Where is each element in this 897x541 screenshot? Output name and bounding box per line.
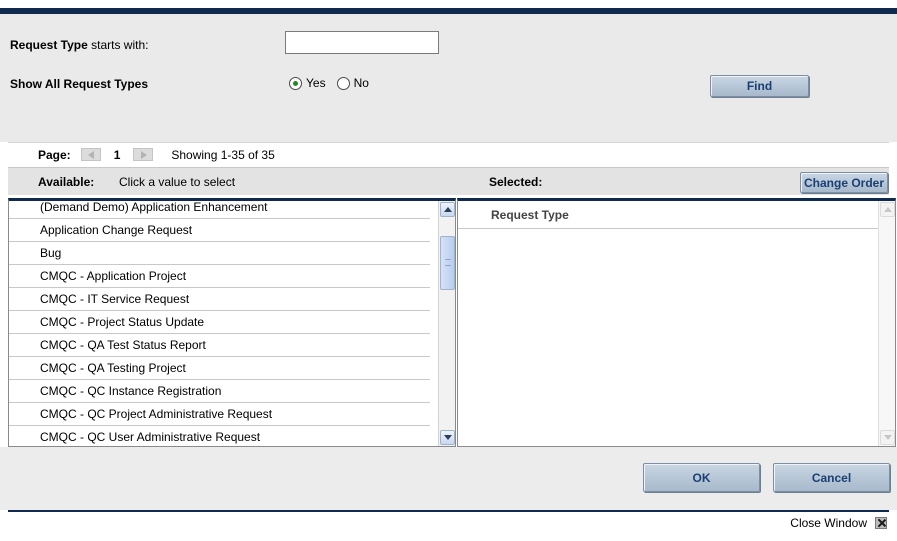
close-window-link[interactable]: Close Window: [790, 516, 867, 530]
selected-scroll-down-icon: [880, 430, 895, 445]
list-item[interactable]: CMQC - QA Test Status Report: [9, 334, 430, 357]
selected-column-header: Request Type: [458, 201, 879, 229]
selected-scrollbar: [878, 201, 895, 446]
selected-scroll-up-icon: [880, 202, 895, 217]
ok-button[interactable]: OK: [643, 463, 760, 492]
list-item[interactable]: Bug: [9, 242, 430, 265]
page-label: Page:: [38, 147, 71, 162]
request-type-label: Request Type starts with:: [10, 38, 149, 52]
scroll-down-icon[interactable]: [440, 430, 455, 445]
no-radio[interactable]: [336, 76, 350, 90]
available-label: Available:: [38, 175, 95, 189]
cancel-button[interactable]: Cancel: [773, 463, 890, 492]
change-order-button[interactable]: Change Order: [800, 172, 888, 193]
request-type-input[interactable]: [285, 31, 439, 54]
scroll-up-icon[interactable]: [440, 202, 455, 217]
list-item[interactable]: CMQC - QC Instance Registration: [9, 380, 430, 403]
top-bar: [0, 0, 897, 14]
no-radio-label: No: [353, 76, 369, 90]
list-item[interactable]: CMQC - QC Project Administrative Request: [9, 403, 430, 426]
action-bar: OK Cancel: [0, 447, 897, 510]
list-item[interactable]: CMQC - Project Status Update: [9, 311, 430, 334]
list-header-row: Available: Click a value to select Selec…: [8, 167, 889, 195]
list-item[interactable]: (Demand Demo) Application Enhancement: [9, 201, 430, 219]
selected-list: Request Type: [457, 198, 896, 447]
selected-label: Selected:: [489, 175, 543, 189]
current-page-number: 1: [113, 147, 121, 162]
yes-radio[interactable]: [289, 76, 302, 90]
available-items: (Demand Demo) Application Enhancement Ap…: [9, 201, 430, 446]
show-all-label: Show All Request Types: [10, 77, 149, 91]
list-item[interactable]: CMQC - IT Service Request: [9, 288, 430, 311]
filter-panel: Request Type starts with: Show All Reque…: [0, 14, 897, 142]
scroll-thumb[interactable]: [440, 236, 455, 290]
available-list: (Demand Demo) Application Enhancement Ap…: [8, 198, 456, 447]
list-item[interactable]: CMQC - Application Project: [9, 265, 430, 288]
list-item[interactable]: CMQC - QA Testing Project: [9, 357, 430, 380]
previous-page-icon[interactable]: [80, 148, 101, 161]
next-page-icon[interactable]: [133, 148, 154, 161]
list-item[interactable]: CMQC - QC User Administrative Request: [9, 426, 430, 446]
available-scrollbar[interactable]: [438, 201, 455, 446]
showing-count: Showing 1-35 of 35: [171, 147, 275, 162]
yes-radio-label: Yes: [306, 76, 326, 90]
bottom-divider: [8, 510, 889, 512]
find-button[interactable]: Find: [710, 75, 809, 97]
show-all-radio-group: Yes No: [289, 76, 376, 90]
list-item[interactable]: Application Change Request: [9, 219, 430, 242]
close-icon[interactable]: [875, 517, 887, 529]
available-hint: Click a value to select: [119, 175, 236, 189]
close-window-row: Close Window: [790, 516, 887, 530]
pager-row: Page: 1 Showing 1-35 of 35: [8, 142, 889, 166]
